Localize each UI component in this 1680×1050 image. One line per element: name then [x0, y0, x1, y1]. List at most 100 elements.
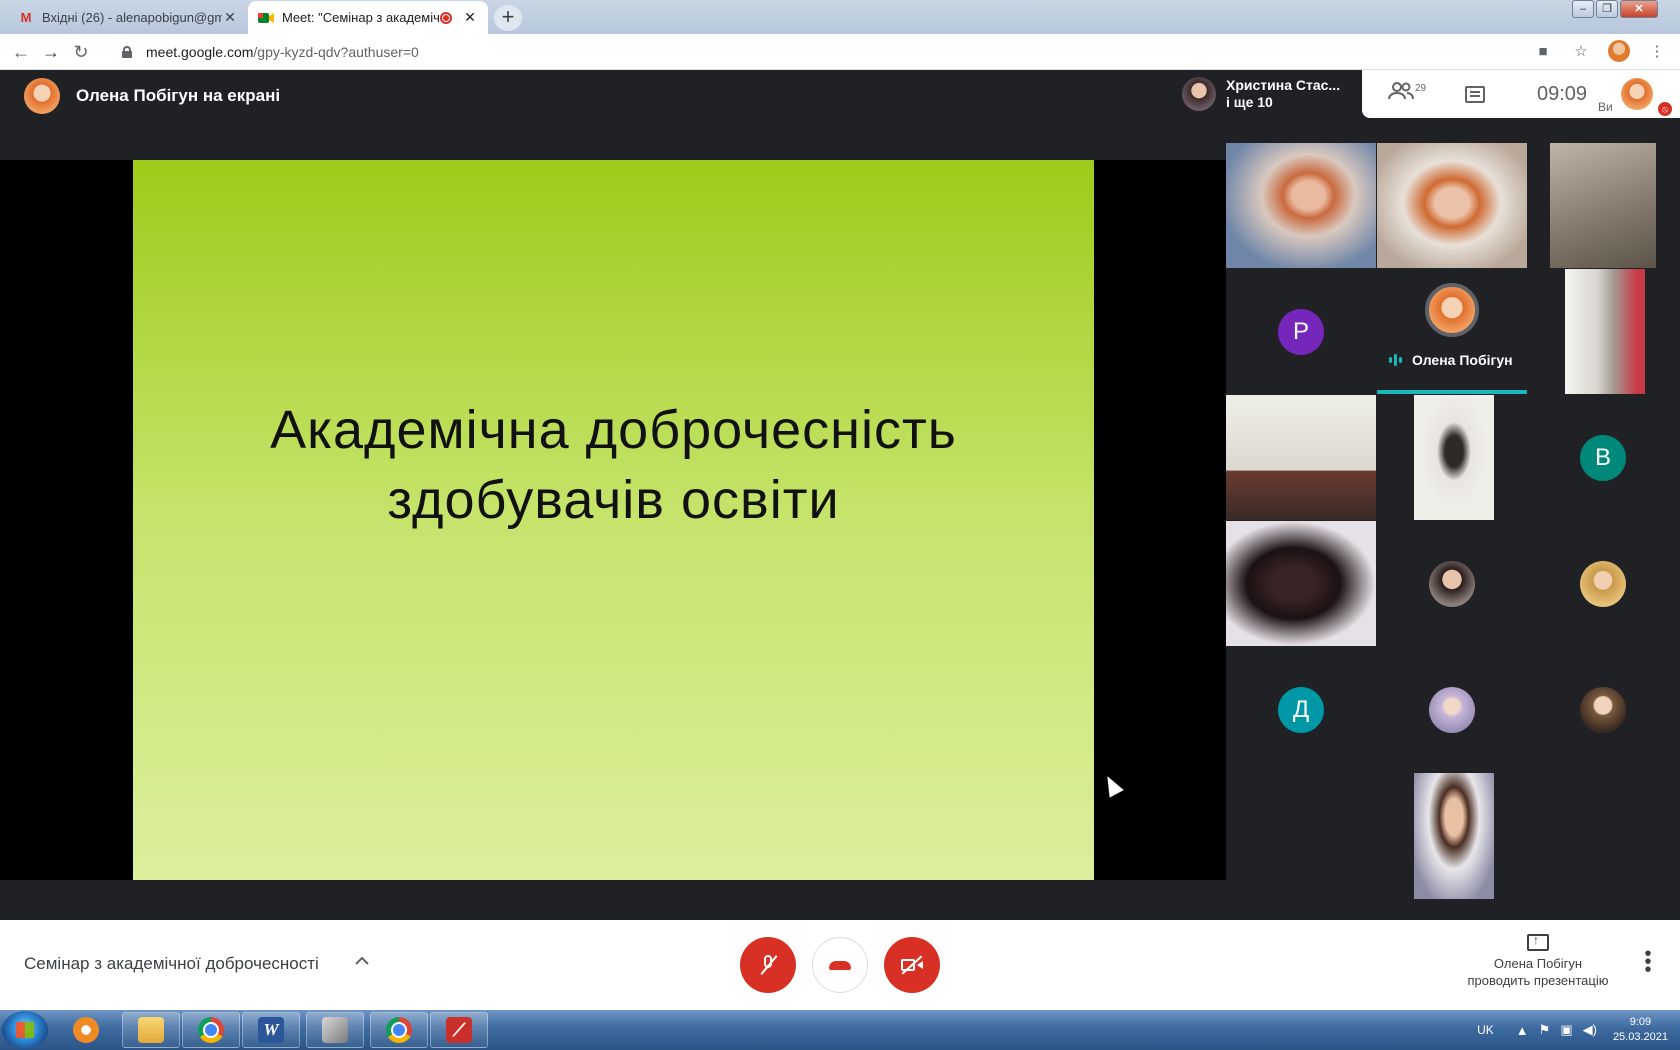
participant-tile[interactable] — [1377, 647, 1527, 772]
participant-video-tile[interactable] — [1226, 521, 1376, 646]
participant-video-tile[interactable] — [1550, 143, 1656, 268]
meeting-controls-bar: Семінар з академічної доброчесності Олен… — [0, 920, 1680, 1010]
camera-in-use-icon[interactable]: ■ — [1532, 43, 1554, 60]
presentation-slide: Академічна доброчесність здобувачів осві… — [133, 160, 1094, 880]
camera-toggle-button[interactable] — [884, 937, 940, 993]
avatar-letter-r: Р — [1278, 309, 1324, 355]
taskbar-explorer[interactable] — [122, 1012, 180, 1048]
chrome-icon — [386, 1017, 412, 1043]
you-label: Ви — [1598, 100, 1613, 114]
participant-tile-wide[interactable] — [1328, 773, 1576, 899]
participant-avatar — [1429, 561, 1475, 607]
pdf-reader-icon: ⟋ — [446, 1017, 472, 1043]
leave-call-button[interactable] — [812, 937, 868, 993]
utility-icon — [322, 1017, 348, 1043]
back-arrow-icon[interactable]: ← — [10, 41, 32, 63]
participant-video-tile[interactable] — [1414, 773, 1494, 899]
participant-video-tile[interactable] — [1414, 395, 1494, 520]
taskbar-tool[interactable] — [306, 1012, 364, 1048]
avatar-letter-d: Д — [1278, 687, 1324, 733]
presenter-avatar — [24, 78, 60, 114]
window-controls: – ❐ ✕ — [1570, 0, 1658, 20]
present-screen-icon — [1527, 933, 1549, 951]
system-time: 9:09 — [1629, 1016, 1652, 1028]
word-icon: W — [258, 1017, 284, 1043]
reload-icon[interactable]: ↻ — [70, 41, 92, 63]
presenting-status[interactable]: Олена Побігун проводить презентацію — [1456, 933, 1620, 989]
taskbar-chrome[interactable] — [182, 1012, 240, 1048]
close-tab-icon[interactable]: ✕ — [222, 9, 238, 26]
mouse-cursor-icon — [1100, 772, 1124, 798]
avatar-letter-v: В — [1580, 435, 1626, 481]
slide-title-line-1: Академічна доброчесність — [270, 400, 957, 460]
speaking-highlight — [1377, 390, 1527, 394]
bookmark-star-icon[interactable]: ☆ — [1570, 42, 1592, 60]
system-tray: UK ▲ ⚑ ▣ ◀) 9:09 25.03.2021 — [1477, 1010, 1668, 1050]
start-button[interactable] — [2, 1011, 48, 1049]
participant-tile[interactable] — [1528, 521, 1678, 646]
forward-arrow-icon[interactable]: → — [40, 41, 62, 63]
lock-icon[interactable] — [122, 46, 132, 58]
folder-icon — [138, 1017, 164, 1043]
self-avatar[interactable] — [1621, 78, 1653, 110]
tab-meet[interactable]: Meet: "Семінар з академічн ✕ — [248, 1, 488, 34]
mic-toggle-button[interactable] — [740, 937, 796, 993]
participant-video-tile[interactable] — [1377, 143, 1527, 268]
active-speaker-chip[interactable]: Христина Стас... і ще 10 — [1174, 70, 1360, 118]
people-button[interactable]: 29 — [1382, 70, 1432, 118]
chat-button[interactable] — [1450, 70, 1500, 118]
minimize-button[interactable]: – — [1572, 0, 1594, 18]
taskbar-media-player[interactable] — [66, 1012, 106, 1048]
hang-up-icon — [829, 960, 851, 970]
meeting-title[interactable]: Семінар з академічної доброчесності — [24, 954, 319, 974]
participants-count: 29 — [1414, 82, 1427, 94]
presenting-status-text: проводить презентацію — [1467, 973, 1609, 988]
slide-title-line-2: здобувачів освіти — [387, 470, 840, 530]
new-tab-button[interactable]: + — [494, 5, 522, 31]
camera-off-icon — [901, 957, 923, 973]
url-path: /gpy-kyzd-qdv?authuser=0 — [253, 44, 419, 60]
close-tab-icon[interactable]: ✕ — [462, 9, 478, 26]
meeting-clock: 09:09 — [1512, 70, 1612, 118]
network-icon[interactable]: ▣ — [1560, 1022, 1572, 1038]
presenter-banner: Олена Побігун на екрані — [76, 86, 281, 105]
gmail-icon: M — [20, 10, 32, 25]
chrome-icon — [198, 1017, 224, 1043]
taskbar-chrome-2[interactable] — [370, 1012, 428, 1048]
participant-video-tile[interactable] — [1226, 395, 1376, 520]
address-bar-actions: ■ ☆ ⋮ — [1532, 40, 1668, 62]
chat-icon — [1465, 85, 1485, 103]
participant-tile-d[interactable]: Д — [1226, 647, 1376, 772]
participant-video-tile[interactable] — [1565, 269, 1645, 394]
system-date: 25.03.2021 — [1612, 1031, 1668, 1043]
close-window-button[interactable]: ✕ — [1620, 0, 1658, 18]
participant-tile[interactable] — [1377, 521, 1527, 646]
maximize-button[interactable]: ❐ — [1596, 0, 1618, 18]
profile-avatar[interactable] — [1608, 40, 1630, 62]
recording-icon — [440, 11, 452, 24]
speaker-others: і ще 10 — [1226, 94, 1273, 110]
participant-tile[interactable] — [1528, 647, 1678, 772]
os-taskbar: W ⟋ UK ▲ ⚑ ▣ ◀) 9:09 25.03.2021 — [0, 1010, 1680, 1050]
taskbar-reader[interactable]: ⟋ — [430, 1012, 488, 1048]
speaker-avatar — [1425, 283, 1479, 337]
browser-menu-icon[interactable]: ⋮ — [1646, 42, 1668, 60]
volume-icon[interactable]: ◀) — [1583, 1022, 1597, 1038]
url-field[interactable]: meet.google.com/gpy-kyzd-qdv?authuser=0 — [110, 39, 1530, 65]
chevron-up-icon[interactable] — [354, 950, 370, 971]
participant-video-tile[interactable] — [1226, 143, 1376, 268]
speaking-indicator-icon — [1389, 354, 1402, 366]
speaker-name: Христина Стас... — [1226, 77, 1341, 93]
participant-tile-r[interactable]: Р — [1226, 269, 1376, 394]
tray-arrow-icon[interactable]: ▲ — [1516, 1023, 1529, 1038]
address-bar: ← → ↻ meet.google.com/gpy-kyzd-qdv?authu… — [0, 34, 1680, 70]
participant-tile-v[interactable]: В — [1528, 395, 1678, 520]
flag-icon[interactable]: ⚑ — [1539, 1022, 1551, 1038]
participant-tile-speaker[interactable]: Олена Побігун — [1377, 269, 1527, 394]
tab-gmail[interactable]: M Вхідні (26) - alenapobigun@gma ✕ — [8, 1, 248, 34]
slide-title: Академічна доброчесність здобувачів осві… — [133, 395, 1094, 535]
system-clock[interactable]: 9:09 25.03.2021 — [1613, 1015, 1668, 1045]
language-indicator[interactable]: UK — [1477, 1023, 1494, 1037]
taskbar-word[interactable]: W — [242, 1012, 300, 1048]
more-options-icon[interactable]: • • • — [1644, 944, 1652, 980]
